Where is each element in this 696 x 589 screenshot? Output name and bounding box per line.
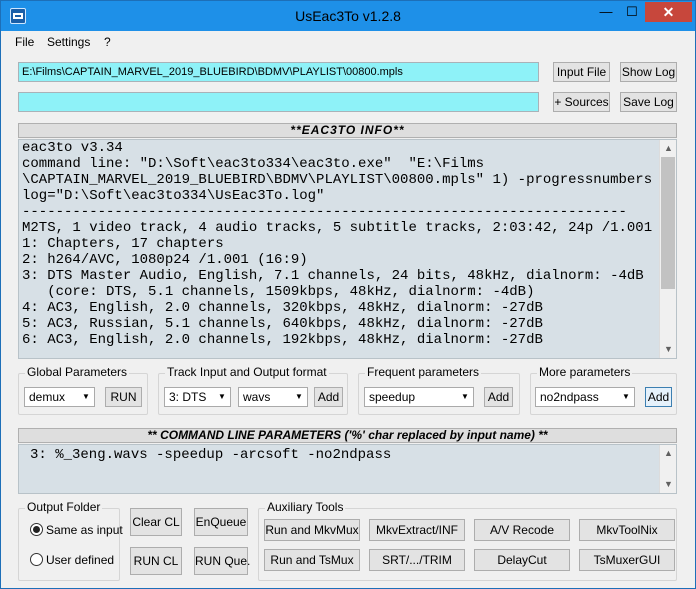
- scroll-up-icon[interactable]: ▲: [660, 140, 676, 157]
- track-value: 3: DTS: [169, 390, 207, 404]
- output-folder-label: Output Folder: [25, 500, 103, 514]
- command-scrollbar[interactable]: ▲ ▼: [659, 445, 676, 493]
- sources-path-field[interactable]: [18, 92, 539, 112]
- chevron-down-icon: ▼: [618, 388, 634, 406]
- menu-help[interactable]: ?: [104, 35, 111, 49]
- global-parameters-select[interactable]: demux ▼: [24, 387, 95, 407]
- log-line: 3: DTS Master Audio, English, 7.1 channe…: [22, 268, 644, 284]
- more-add-button[interactable]: Add: [645, 387, 672, 407]
- input-file-path-field[interactable]: E:\Films\CAPTAIN_MARVEL_2019_BLUEBIRD\BD…: [18, 62, 539, 82]
- log-line: (core: DTS, 5.1 channels, 1509kbps, 48kH…: [22, 284, 535, 300]
- log-separator: ----------------------------------------…: [22, 204, 627, 220]
- window-title: UsEac3To v1.2.8: [295, 8, 401, 24]
- frequent-parameters-value: speedup: [369, 390, 416, 404]
- menu-file[interactable]: File: [15, 35, 34, 49]
- chevron-down-icon: ▼: [291, 388, 307, 406]
- save-log-button[interactable]: Save Log: [620, 92, 677, 112]
- more-parameters-value: no2ndpass: [540, 390, 599, 404]
- frequent-parameters-label: Frequent parameters: [365, 365, 482, 379]
- scroll-up-icon[interactable]: ▲: [660, 445, 677, 462]
- output-folder-group: Output Folder Same as input User defined: [18, 500, 123, 581]
- log-line: 5: AC3, Russian, 5.1 channels, 640kbps, …: [22, 316, 543, 332]
- srt-trim-button[interactable]: SRT/.../TRIM: [369, 549, 465, 571]
- track-add-button[interactable]: Add: [314, 387, 343, 407]
- log-scroll-thumb[interactable]: [661, 157, 675, 289]
- track-select[interactable]: 3: DTS ▼: [164, 387, 231, 407]
- log-line: 1: Chapters, 17 chapters: [22, 236, 224, 252]
- user-defined-label[interactable]: User defined: [46, 553, 114, 567]
- run-queue-button[interactable]: RUN Que.: [194, 547, 250, 575]
- frequent-parameters-select[interactable]: speedup ▼: [364, 387, 474, 407]
- chevron-down-icon: ▼: [214, 388, 230, 406]
- log-line: eac3to v3.34: [22, 140, 123, 156]
- chevron-down-icon: ▼: [78, 388, 94, 406]
- delaycut-button[interactable]: DelayCut: [474, 549, 570, 571]
- run-and-mkvmux-button[interactable]: Run and MkvMux: [264, 519, 360, 541]
- global-parameters-group: Global Parameters demux ▼ RUN: [18, 365, 148, 415]
- more-parameters-label: More parameters: [537, 365, 633, 379]
- log-line: 6: AC3, English, 2.0 channels, 192kbps, …: [22, 332, 543, 348]
- scroll-down-icon[interactable]: ▼: [660, 341, 676, 358]
- command-line-box[interactable]: 3: %_3eng.wavs -speedup -arcsoft -no2ndp…: [18, 444, 677, 494]
- log-line: log="D:\Soft\eac3to334\UsEac3To.log": [22, 188, 325, 204]
- command-line-text: 3: %_3eng.wavs -speedup -arcsoft -no2ndp…: [30, 447, 392, 463]
- command-line-title: ** COMMAND LINE PARAMETERS ('%' char rep…: [18, 428, 677, 443]
- scroll-down-icon[interactable]: ▼: [660, 476, 677, 493]
- tsmuxergui-button[interactable]: TsMuxerGUI: [579, 549, 675, 571]
- frequent-parameters-group: Frequent parameters speedup ▼ Add: [358, 365, 520, 415]
- add-sources-button[interactable]: + Sources: [553, 92, 610, 112]
- mkvextract-button[interactable]: MkvExtract/INF: [369, 519, 465, 541]
- more-parameters-select[interactable]: no2ndpass ▼: [535, 387, 635, 407]
- maximize-button[interactable]: ☐: [619, 2, 645, 22]
- app-window: UsEac3To v1.2.8 — ☐ ✕ File Settings ? E:…: [0, 0, 696, 589]
- menu-bar: File Settings ?: [1, 32, 695, 52]
- log-line: M2TS, 1 video track, 4 audio tracks, 5 s…: [22, 220, 653, 236]
- enqueue-button[interactable]: EnQueue: [194, 508, 248, 536]
- title-bar[interactable]: UsEac3To v1.2.8 — ☐ ✕: [1, 1, 695, 31]
- clear-cl-button[interactable]: Clear CL: [130, 508, 182, 536]
- minimize-button[interactable]: —: [593, 2, 619, 22]
- same-as-input-label[interactable]: Same as input: [46, 523, 123, 537]
- av-recode-button[interactable]: A/V Recode: [474, 519, 570, 541]
- show-log-button[interactable]: Show Log: [620, 62, 677, 82]
- user-defined-radio[interactable]: [30, 553, 43, 566]
- eac3to-info-title: **EAC3TO INFO**: [18, 123, 677, 138]
- chevron-down-icon: ▼: [457, 388, 473, 406]
- close-button[interactable]: ✕: [645, 2, 692, 22]
- log-line: command line: "D:\Soft\eac3to334\eac3to.…: [22, 156, 485, 172]
- auxiliary-tools-group: Auxiliary Tools Run and MkvMux MkvExtrac…: [258, 500, 677, 581]
- mkvtoolnix-button[interactable]: MkvToolNix: [579, 519, 675, 541]
- global-parameters-value: demux: [29, 390, 66, 404]
- global-parameters-label: Global Parameters: [25, 365, 130, 379]
- same-as-input-radio[interactable]: [30, 523, 43, 536]
- log-line: 2: h264/AVC, 1080p24 /1.001 (16:9): [22, 252, 308, 268]
- run-cl-button[interactable]: RUN CL: [130, 547, 182, 575]
- log-scrollbar[interactable]: ▲ ▼: [659, 140, 676, 358]
- input-file-button[interactable]: Input File: [553, 62, 610, 82]
- auxiliary-tools-label: Auxiliary Tools: [265, 500, 346, 514]
- run-button[interactable]: RUN: [105, 387, 142, 407]
- track-io-label: Track Input and Output format: [165, 365, 329, 379]
- more-parameters-group: More parameters no2ndpass ▼ Add: [530, 365, 677, 415]
- eac3to-info-log[interactable]: eac3to v3.34 command line: "D:\Soft\eac3…: [18, 139, 677, 359]
- menu-settings[interactable]: Settings: [47, 35, 90, 49]
- track-io-group: Track Input and Output format 3: DTS ▼ w…: [158, 365, 348, 415]
- output-format-value: wavs: [243, 390, 271, 404]
- log-line: \CAPTAIN_MARVEL_2019_BLUEBIRD\BDMV\PLAYL…: [22, 172, 669, 188]
- output-format-select[interactable]: wavs ▼: [238, 387, 308, 407]
- frequent-add-button[interactable]: Add: [484, 387, 513, 407]
- log-line: 4: AC3, English, 2.0 channels, 320kbps, …: [22, 300, 543, 316]
- run-and-tsmux-button[interactable]: Run and TsMux: [264, 549, 360, 571]
